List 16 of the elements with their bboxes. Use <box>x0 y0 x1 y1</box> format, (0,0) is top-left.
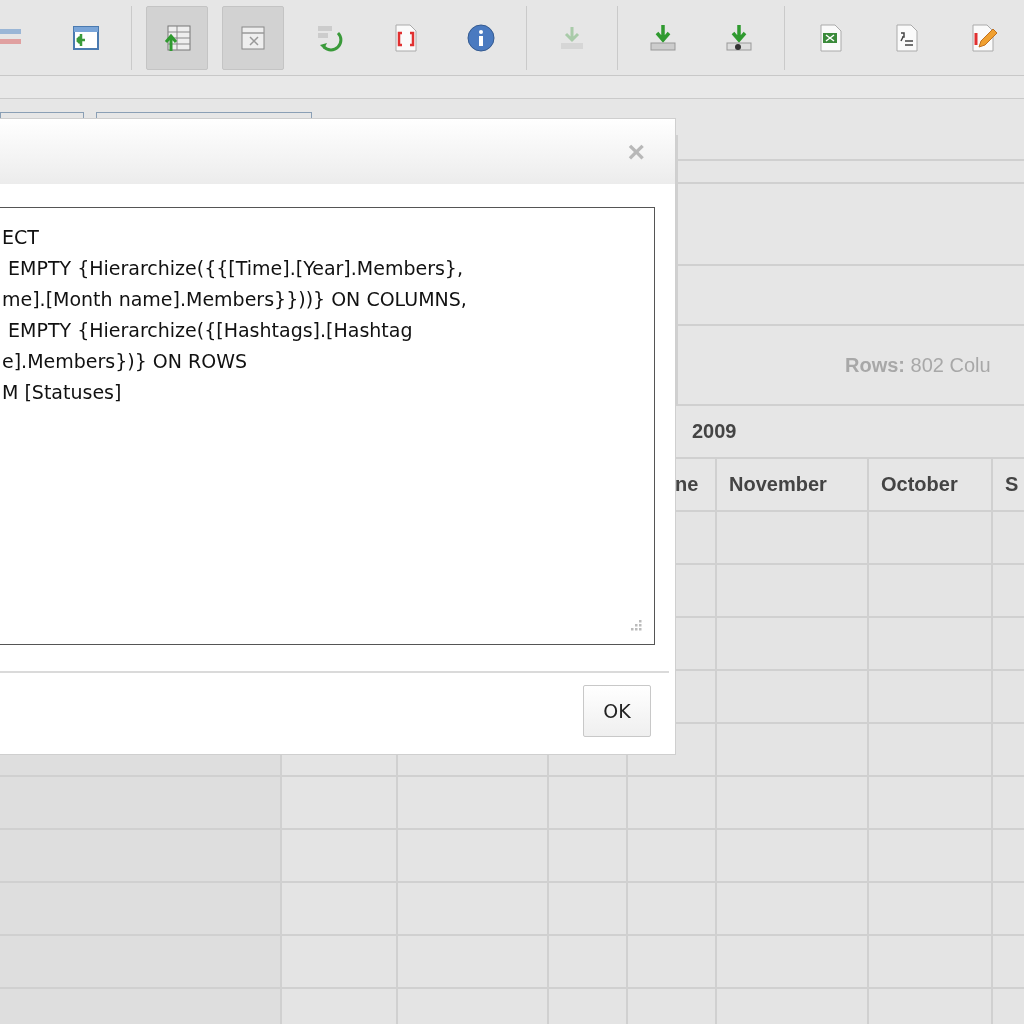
download-icon <box>724 22 754 53</box>
result-stats: Rows: 802 Colu <box>845 353 991 377</box>
query-text-area[interactable]: ECT EMPTY {Hierarchize({{[Time].[Year].Members}, me].[Month name].Members}}))} ON COLUMNS, EMPTY {Hierarchize({[Hashtags].[Hashtag e].Members})} ON ROWS M [Statuses] <box>0 207 655 645</box>
query-line: EMPTY {Hierarchize({{[Time].[Year].Members}, <box>7 256 464 281</box>
query-line: EMPTY {Hierarchize({[Hashtags].[Hashtag <box>7 318 414 343</box>
ok-button[interactable]: OK <box>583 685 651 737</box>
query-line: e].Members})} ON ROWS <box>2 349 249 374</box>
resize-grip-icon[interactable] <box>628 618 642 632</box>
table-upload-icon <box>162 22 192 53</box>
download-icon <box>648 22 678 53</box>
info-icon <box>466 22 496 53</box>
toolbar-button[interactable] <box>146 5 208 70</box>
query-line: ECT <box>2 225 40 250</box>
query-line: me].[Month name].Members}}))} ON COLUMNS, <box>2 287 468 312</box>
query-line: M [Statuses] <box>2 380 123 405</box>
toolbar-button[interactable] <box>222 5 284 70</box>
